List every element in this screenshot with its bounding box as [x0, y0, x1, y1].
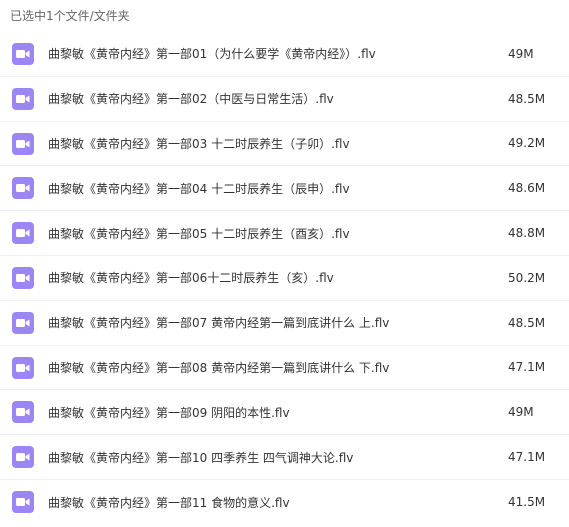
file-row[interactable]: 曲黎敏《黄帝内经》第一部05 十二时辰养生（酉亥）.flv 48.8M [0, 211, 569, 256]
file-list: 曲黎敏《黄帝内经》第一部01（为什么要学《黄帝内经》）.flv 49M 曲黎敏《… [0, 32, 569, 525]
file-name: 曲黎敏《黄帝内经》第一部02（中医与日常生活）.flv [48, 92, 334, 107]
file-size: 48.5M [508, 315, 546, 330]
file-size: 47.1M [508, 360, 546, 375]
file-name: 曲黎敏《黄帝内经》第一部04 十二时辰养生（辰申）.flv [48, 181, 350, 196]
video-file-icon [12, 446, 34, 469]
file-row[interactable]: 曲黎敏《黄帝内经》第一部02（中医与日常生活）.flv 48.5M [0, 77, 569, 122]
selection-status: 已选中1个文件/文件夹 [10, 9, 130, 23]
video-file-icon [12, 490, 34, 513]
file-row[interactable]: 曲黎敏《黄帝内经》第一部04 十二时辰养生（辰申）.flv 48.6M [0, 166, 569, 212]
video-file-icon [12, 87, 34, 110]
video-file-icon [12, 266, 34, 289]
file-row[interactable]: 曲黎敏《黄帝内经》第一部03 十二时辰养生（子卯）.flv 49.2M [0, 122, 569, 167]
file-size: 41.5M [508, 495, 546, 510]
video-file-icon [12, 132, 34, 155]
video-file-icon [12, 401, 34, 424]
file-size: 49.2M [508, 136, 546, 151]
file-size: 50.2M [508, 270, 546, 285]
file-name: 曲黎敏《黄帝内经》第一部07 黄帝内经第一篇到底讲什么 上.flv [48, 316, 390, 331]
file-name: 曲黎敏《黄帝内经》第一部05 十二时辰养生（酉亥）.flv [48, 226, 350, 241]
video-file-icon [12, 311, 34, 334]
file-size: 49M [508, 405, 534, 420]
file-name: 曲黎敏《黄帝内经》第一部10 四季养生 四气调神大论.flv [48, 450, 354, 465]
file-row[interactable]: 曲黎敏《黄帝内经》第一部06十二时辰养生（亥）.flv 50.2M [0, 256, 569, 301]
video-file-icon [12, 43, 34, 65]
file-size: 47.1M [508, 450, 546, 465]
file-size: 48.6M [508, 181, 546, 196]
file-row[interactable]: 曲黎敏《黄帝内经》第一部10 四季养生 四气调神大论.flv 47.1M [0, 435, 569, 480]
file-name: 曲黎敏《黄帝内经》第一部06十二时辰养生（亥）.flv [48, 271, 334, 286]
file-name: 曲黎敏《黄帝内经》第一部09 阴阳的本性.flv [48, 405, 290, 420]
file-row[interactable]: 曲黎敏《黄帝内经》第一部08 黄帝内经第一篇到底讲什么 下.flv 47.1M [0, 346, 569, 391]
video-file-icon [12, 177, 34, 200]
file-name: 曲黎敏《黄帝内经》第一部11 食物的意义.flv [48, 495, 290, 510]
file-size: 48.8M [508, 226, 546, 241]
file-size: 48.5M [508, 91, 546, 106]
file-row[interactable]: 曲黎敏《黄帝内经》第一部11 食物的意义.flv 41.5M [0, 480, 569, 525]
file-row[interactable]: 曲黎敏《黄帝内经》第一部07 黄帝内经第一篇到底讲什么 上.flv 48.5M [0, 301, 569, 346]
video-file-icon [12, 222, 34, 245]
file-name: 曲黎敏《黄帝内经》第一部01（为什么要学《黄帝内经》）.flv [48, 47, 376, 62]
file-row[interactable]: 曲黎敏《黄帝内经》第一部09 阴阳的本性.flv 49M [0, 390, 569, 436]
video-file-icon [12, 356, 34, 379]
file-name: 曲黎敏《黄帝内经》第一部03 十二时辰养生（子卯）.flv [48, 136, 350, 151]
file-row[interactable]: 曲黎敏《黄帝内经》第一部01（为什么要学《黄帝内经》）.flv 49M [0, 32, 569, 77]
file-name: 曲黎敏《黄帝内经》第一部08 黄帝内经第一篇到底讲什么 下.flv [48, 360, 390, 375]
file-size: 49M [508, 46, 534, 61]
